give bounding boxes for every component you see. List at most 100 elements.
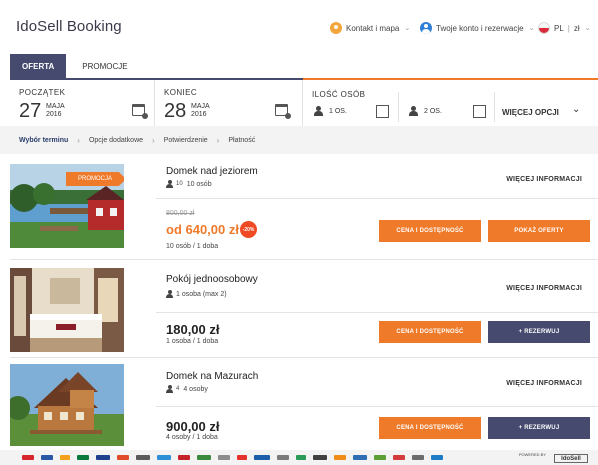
divider — [494, 92, 495, 122]
person-icon — [166, 180, 173, 188]
capacity-text: 4 osoby — [183, 385, 208, 393]
offer-photo-mazury-house[interactable] — [10, 364, 124, 446]
persons-option-2-checkbox[interactable] — [473, 105, 486, 118]
main-tabs: OFERTA PROMOCJE — [10, 54, 144, 78]
payment-logo — [393, 455, 405, 460]
price-per: 4 osoby / 1 doba — [166, 434, 218, 441]
offer-card-1: PROMOCJA Domek nad jeziorem 10 10 osób W… — [10, 156, 598, 260]
chevron-down-icon: ⌄ — [584, 25, 591, 32]
persons-option-2-label: 2 OS. — [424, 107, 442, 115]
end-date-picker[interactable]: KONIEC 28 MAJA 2016 — [155, 80, 303, 126]
more-options-button[interactable]: WIĘCEJ OPCJI — [502, 108, 559, 117]
poland-flag-icon — [538, 22, 550, 34]
persons-option-1[interactable]: 1 OS. — [314, 106, 347, 116]
breadcrumb-step-4: Płatność — [228, 136, 256, 144]
separator: | — [567, 23, 570, 33]
more-info-link[interactable]: WIĘCEJ INFORMACJI — [506, 176, 582, 183]
price-availability-button[interactable]: CENA I DOSTĘPNOŚĆ — [379, 220, 481, 242]
powered-by-label: POWERED BY — [518, 452, 546, 457]
payment-logo — [296, 455, 306, 460]
payment-logo — [277, 455, 289, 460]
show-offers-button[interactable]: POKAŻ OFERTY — [488, 220, 590, 242]
breadcrumb-step-3: Potwierdzenie — [163, 136, 208, 144]
contact-menu[interactable]: Kontakt i mapa ⌄ — [330, 22, 410, 34]
payment-logo — [254, 455, 270, 460]
breadcrumb-step-1[interactable]: Wybór terminu — [19, 137, 68, 144]
end-date-label: KONIEC — [164, 88, 198, 97]
end-month-year: MAJA 2016 — [191, 103, 210, 119]
discount-badge: -20% — [240, 221, 257, 238]
person-icon — [166, 290, 173, 298]
offer-name[interactable]: Domek nad jeziorem — [166, 166, 258, 177]
search-bar: POCZĄTEK 27 MAJA 2016 KONIEC 28 MAJA 201… — [10, 78, 598, 126]
payment-logo — [313, 455, 327, 460]
tab-promocje[interactable]: PROMOCJE — [66, 54, 143, 78]
language-currency-menu[interactable]: PL | zł ⌄ — [538, 22, 591, 34]
brand-title[interactable]: IdoSell Booking — [16, 18, 122, 35]
payment-logo — [412, 455, 424, 460]
book-button[interactable]: + REZERWUJ — [488, 321, 590, 343]
card-divider — [156, 312, 598, 313]
persons-option-1-label: 1 OS. — [329, 107, 347, 115]
person-icon — [409, 106, 418, 116]
offer-card-2: Pokój jednoosobowy 1 osoba (max 2) WIĘCE… — [10, 262, 598, 358]
payment-logo — [22, 455, 34, 460]
calendar-icon[interactable] — [275, 104, 291, 119]
chevron-right-icon: › — [77, 135, 80, 145]
capacity-count: 10 — [176, 181, 183, 187]
persons-label: ILOŚĆ OSÓB — [312, 90, 366, 99]
account-menu[interactable]: Twoje konto i rezerwacje ⌄ — [420, 22, 534, 34]
offer-price: 180,00 zł — [166, 322, 220, 337]
idosell-logo[interactable]: IdoSell — [554, 454, 588, 463]
payment-logo — [77, 455, 89, 460]
promo-badge: PROMOCJA — [66, 172, 124, 186]
chevron-down-icon: ⌄ — [404, 25, 411, 32]
capacity-text: 1 osoba (max 2) — [176, 290, 227, 298]
start-day: 27 — [19, 100, 42, 122]
offer-photo-lake-house[interactable]: PROMOCJA — [10, 164, 124, 248]
payment-logo — [374, 455, 386, 460]
persons-option-1-checkbox[interactable] — [376, 105, 389, 118]
payment-logos-footer: POWERED BY IdoSell — [0, 450, 598, 465]
breadcrumb-step-2: Opcje dodatkowe — [88, 136, 144, 144]
top-header: IdoSell Booking Kontakt i mapa ⌄ Twoje k… — [0, 0, 598, 54]
contact-label: Kontakt i mapa — [346, 23, 400, 33]
location-pin-icon — [330, 22, 342, 34]
payment-logo — [197, 455, 211, 460]
card-divider — [156, 198, 598, 199]
tab-oferta[interactable]: OFERTA — [10, 54, 67, 78]
more-info-link[interactable]: WIĘCEJ INFORMACJI — [506, 285, 582, 292]
currency-label: zł — [573, 23, 580, 33]
price-per: 10 osób / 1 doba — [166, 243, 219, 250]
price-availability-button[interactable]: CENA I DOSTĘPNOŚĆ — [379, 321, 481, 343]
chevron-down-icon[interactable]: ⌄ — [572, 104, 580, 115]
offer-capacity: 4 4 osoby — [166, 385, 208, 393]
offer-name[interactable]: Pokój jednoosobowy — [166, 274, 258, 285]
book-button[interactable]: + REZERWUJ — [488, 417, 590, 439]
divider — [398, 92, 399, 122]
payment-logo — [178, 455, 190, 460]
start-year: 2016 — [46, 111, 62, 118]
payment-logo — [353, 455, 367, 460]
price-per: 1 osoba / 1 doba — [166, 338, 219, 345]
calendar-icon[interactable] — [132, 104, 148, 119]
payment-logo — [60, 455, 70, 460]
start-month: MAJA — [46, 103, 65, 110]
offer-capacity: 1 osoba (max 2) — [166, 290, 227, 298]
offer-photo-single-room[interactable] — [10, 268, 124, 352]
offer-card-3: Domek na Mazurach 4 4 osoby WIĘCEJ INFOR… — [10, 360, 598, 448]
start-date-picker[interactable]: POCZĄTEK 27 MAJA 2016 — [10, 80, 155, 126]
capacity-text: 10 osób — [186, 180, 212, 188]
chevron-right-icon: › — [152, 135, 155, 145]
payment-logo — [431, 455, 443, 460]
offer-price: od 640,00 zł — [166, 222, 239, 237]
payment-logo — [96, 455, 110, 460]
offer-name[interactable]: Domek na Mazurach — [166, 371, 258, 382]
breadcrumb: Wybór terminu › Opcje dodatkowe › Potwie… — [0, 126, 598, 154]
price-availability-button[interactable]: CENA I DOSTĘPNOŚĆ — [379, 417, 481, 439]
more-info-link[interactable]: WIĘCEJ INFORMACJI — [506, 380, 582, 387]
start-date-label: POCZĄTEK — [19, 88, 66, 97]
persons-option-2[interactable]: 2 OS. — [409, 106, 442, 116]
payment-logos — [22, 455, 450, 460]
end-year: 2016 — [191, 111, 207, 118]
